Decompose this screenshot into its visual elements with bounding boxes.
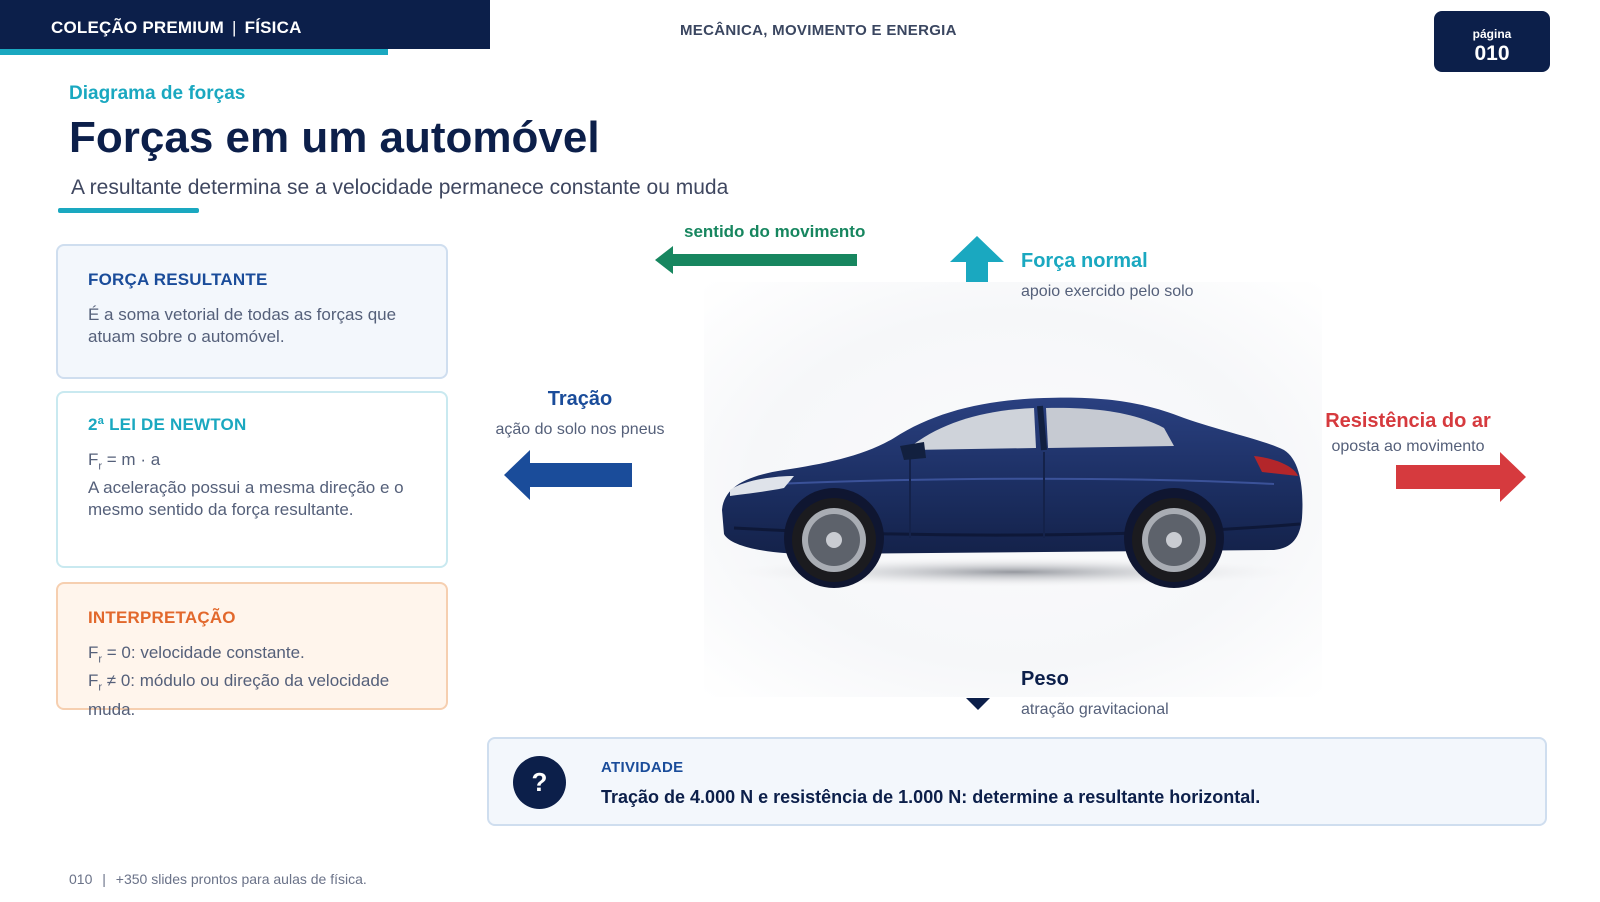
collection-separator: | xyxy=(232,18,237,37)
page-badge: página 010 xyxy=(1434,11,1550,72)
question-icon: ? xyxy=(513,756,566,809)
formula-rest: = m · a xyxy=(102,450,161,469)
activity-title: ATIVIDADE xyxy=(601,759,684,776)
collection-label: COLEÇÃO PREMIUM | FÍSICA xyxy=(51,18,302,38)
title-underline xyxy=(58,208,199,213)
header-topic: MECÂNICA, MOVIMENTO E ENERGIA xyxy=(680,22,957,39)
card-text: É a soma vetorial de todas as forças que… xyxy=(88,305,397,346)
card-newton-second-law: 2ª LEI DE NEWTON Fr = m · a A aceleração… xyxy=(56,391,448,568)
footer-text: +350 slides prontos para aulas de física… xyxy=(115,871,367,887)
formula-rest: = 0: velocidade constante. xyxy=(102,643,305,662)
card-title: FORÇA RESULTANTE xyxy=(88,270,268,289)
section-kicker: Diagrama de forças xyxy=(69,83,246,104)
traction-title: Tração xyxy=(547,388,613,410)
footer: 010 | +350 slides prontos para aulas de … xyxy=(69,871,367,887)
footer-page-number: 010 xyxy=(69,871,93,887)
weight-description: atração gravitacional xyxy=(1021,701,1169,718)
interpretation-line-1: Fr = 0: velocidade constante. xyxy=(88,642,416,670)
front-wheel xyxy=(792,498,876,582)
newton-formula: Fr = m · a xyxy=(88,449,416,477)
air-resistance-title: Resistência do ar xyxy=(1325,410,1491,432)
header-accent-line xyxy=(0,49,388,55)
formula-rest: ≠ 0: módulo ou direção da velocidade mud… xyxy=(88,671,390,719)
card-interpretation: INTERPRETAÇÃO Fr = 0: velocidade constan… xyxy=(56,582,448,719)
footer-separator: | xyxy=(102,871,106,887)
normal-force-arrow-icon xyxy=(950,236,1004,282)
card-resultant-force: FORÇA RESULTANTE É a soma vetorial de to… xyxy=(56,244,448,379)
card-text: A aceleração possui a mesma direção e o … xyxy=(88,478,404,520)
formula-symbol: F xyxy=(88,643,99,662)
page-badge-label: página xyxy=(1472,27,1512,41)
weight-title: Peso xyxy=(1021,668,1069,690)
card-title: 2ª LEI DE NEWTON xyxy=(88,415,247,434)
card-title: INTERPRETAÇÃO xyxy=(88,608,236,627)
subject-name: FÍSICA xyxy=(244,18,302,37)
page-subtitle: A resultante determina se a velocidade p… xyxy=(71,176,729,199)
activity-text: Tração de 4.000 N e resistência de 1.000… xyxy=(601,787,1261,807)
motion-direction-arrow-icon xyxy=(655,246,857,274)
force-diagram: sentido do movimento Força normal apoio … xyxy=(490,220,1600,720)
page-badge-number: 010 xyxy=(1474,42,1510,65)
collection-name: COLEÇÃO PREMIUM xyxy=(51,18,224,37)
interpretation-line-2: Fr ≠ 0: módulo ou direção da velocidade … xyxy=(88,670,416,720)
formula-symbol: F xyxy=(88,671,99,691)
motion-direction-label: sentido do movimento xyxy=(684,222,866,241)
traction-description: ação do solo nos pneus xyxy=(495,421,665,438)
car-image xyxy=(714,397,1314,588)
weight-arrow-icon xyxy=(966,698,990,710)
air-resistance-arrow-icon xyxy=(1396,452,1526,502)
normal-force-title: Força normal xyxy=(1021,250,1148,272)
traction-arrow-icon xyxy=(504,450,632,500)
page-title: Forças em um automóvel xyxy=(69,113,600,162)
rear-wheel xyxy=(1132,498,1216,582)
formula-symbol: F xyxy=(88,450,99,469)
normal-force-description: apoio exercido pelo solo xyxy=(1021,283,1194,300)
activity-box: ? ATIVIDADE Tração de 4.000 N e resistên… xyxy=(487,737,1547,826)
